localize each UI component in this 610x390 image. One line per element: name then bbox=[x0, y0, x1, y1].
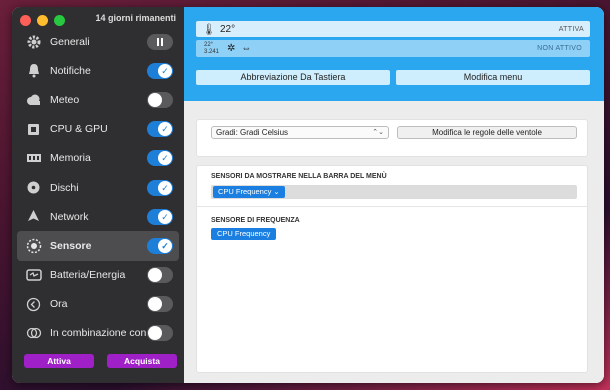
frequency-sensor-token[interactable]: CPU Frequency bbox=[211, 228, 277, 240]
sidebar-item-label: Memoria bbox=[50, 152, 91, 165]
sidebar-item-label: Notifiche bbox=[50, 64, 91, 77]
preview-status-active: ATTIVA bbox=[558, 25, 584, 33]
combinazione-toggle[interactable] bbox=[147, 325, 173, 342]
sidebar-item-label: Generali bbox=[50, 35, 90, 48]
preview-stacked-values: 22° 3.241 bbox=[204, 42, 219, 55]
menubar-preview-inactive[interactable]: 22° 3.241 ✲ ⇔ NON ATTIVO bbox=[196, 40, 590, 57]
chip-icon bbox=[25, 121, 42, 138]
minimize-button[interactable] bbox=[37, 15, 48, 26]
activate-button[interactable]: Attiva bbox=[24, 354, 94, 368]
trial-remaining-label: 14 giorni rimanenti bbox=[95, 13, 176, 23]
window-controls bbox=[20, 15, 65, 26]
network-toggle[interactable]: ✓ bbox=[147, 208, 173, 225]
ora-toggle[interactable] bbox=[147, 296, 173, 313]
network-icon bbox=[25, 208, 42, 225]
edit-menu-button[interactable]: Modifica menu bbox=[396, 70, 590, 85]
license-buttons: Attiva Acquista bbox=[24, 354, 177, 368]
disk-icon bbox=[25, 179, 42, 196]
pause-button[interactable] bbox=[147, 33, 173, 50]
sidebar-item-notifiche[interactable]: Notifiche ✓ bbox=[17, 56, 179, 85]
sidebar-item-network[interactable]: Network ✓ bbox=[17, 202, 179, 231]
sidebar-item-label: In combinazione con bbox=[50, 327, 147, 340]
updown-arrows-icon: ⌃⌄ bbox=[372, 129, 384, 136]
batteria-toggle[interactable] bbox=[147, 267, 173, 284]
menubar-sensors-field[interactable]: CPU Frequency ⌄ bbox=[211, 185, 577, 199]
cpu-gpu-toggle[interactable]: ✓ bbox=[147, 121, 173, 138]
sensore-toggle[interactable]: ✓ bbox=[147, 237, 173, 254]
clock-icon bbox=[25, 296, 42, 313]
unit-select-value: Gradi: Gradi Celsius bbox=[216, 128, 289, 137]
frequency-sensor-title: SENSORE DI FREQUENZA bbox=[211, 217, 300, 224]
buy-button[interactable]: Acquista bbox=[107, 354, 177, 368]
sidebar-item-label: Sensore bbox=[50, 239, 92, 252]
preview-status-inactive: NON ATTIVO bbox=[537, 45, 582, 52]
fan-icon bbox=[25, 237, 42, 254]
sensors-card: SENSORI DA MOSTRARE NELLA BARRA DEL MENÙ… bbox=[196, 165, 588, 373]
zoom-button[interactable] bbox=[54, 15, 65, 26]
preview-temperature: 22° bbox=[219, 23, 236, 35]
sidebar-item-dischi[interactable]: Dischi ✓ bbox=[17, 173, 179, 202]
sidebar-item-memoria[interactable]: Memoria ✓ bbox=[17, 144, 179, 173]
sidebar-item-batteria-energia[interactable]: Batteria/Energia bbox=[17, 261, 179, 290]
menubar-sensors-title: SENSORI DA MOSTRARE NELLA BARRA DEL MENÙ bbox=[211, 173, 387, 180]
sidebar-item-ora[interactable]: Ora bbox=[17, 290, 179, 319]
sidebar-item-label: CPU & GPU bbox=[50, 123, 108, 136]
meteo-toggle[interactable] bbox=[147, 91, 173, 108]
cloud-icon bbox=[25, 91, 42, 108]
notifiche-toggle[interactable]: ✓ bbox=[147, 62, 173, 79]
app-window: 14 giorni rimanenti Generali Notifiche ✓ bbox=[12, 7, 604, 383]
battery-icon bbox=[25, 267, 42, 284]
fan-rules-button[interactable]: Modifica le regole delle ventole bbox=[397, 126, 577, 139]
sidebar-item-label: Network bbox=[50, 210, 89, 223]
divider bbox=[197, 206, 587, 207]
unit-select[interactable]: Gradi: Gradi Celsius ⌃⌄ bbox=[211, 126, 389, 139]
menubar-preview-active[interactable]: 🌡︎ 22° ATTIVA bbox=[196, 21, 590, 37]
thermometer-icon: 🌡︎ bbox=[202, 23, 216, 36]
keyboard-shortcut-button[interactable]: Abbreviazione Da Tastiera bbox=[196, 70, 390, 85]
sidebar-item-meteo[interactable]: Meteo bbox=[17, 85, 179, 114]
sidebar-item-cpu-gpu[interactable]: CPU & GPU ✓ bbox=[17, 115, 179, 144]
sidebar-item-generali[interactable]: Generali bbox=[17, 27, 179, 56]
sidebar-item-label: Dischi bbox=[50, 181, 79, 194]
sidebar-menu: Generali Notifiche ✓ Meteo CPU & GPU ✓ M… bbox=[17, 27, 179, 348]
sidebar-item-label: Meteo bbox=[50, 93, 80, 106]
sidebar-item-label: Batteria/Energia bbox=[50, 269, 126, 282]
bell-icon bbox=[25, 62, 42, 79]
memoria-toggle[interactable]: ✓ bbox=[147, 150, 173, 167]
sidebar-item-label: Ora bbox=[50, 298, 68, 311]
rings-icon bbox=[25, 325, 42, 342]
fan-icon: ✲ bbox=[227, 43, 236, 54]
cpu-frequency-token[interactable]: CPU Frequency ⌄ bbox=[213, 186, 285, 198]
preview-header: 🌡︎ 22° ATTIVA 22° 3.241 ✲ ⇔ NON ATTIVO A… bbox=[184, 7, 604, 101]
arrows-icon: ⇔ bbox=[241, 43, 252, 54]
close-button[interactable] bbox=[20, 15, 31, 26]
main-panel: 🌡︎ 22° ATTIVA 22° 3.241 ✲ ⇔ NON ATTIVO A… bbox=[184, 7, 604, 383]
settings-card: Gradi: Gradi Celsius ⌃⌄ Modifica le rego… bbox=[196, 119, 588, 157]
dischi-toggle[interactable]: ✓ bbox=[147, 179, 173, 196]
sidebar-item-in-combinazione[interactable]: In combinazione con bbox=[17, 319, 179, 348]
gear-icon bbox=[25, 33, 42, 50]
sidebar-item-sensore[interactable]: Sensore ✓ bbox=[17, 231, 179, 261]
sidebar: 14 giorni rimanenti Generali Notifiche ✓ bbox=[12, 7, 184, 383]
memory-icon bbox=[25, 150, 42, 167]
preview-line-freq: 3.241 bbox=[204, 48, 220, 55]
